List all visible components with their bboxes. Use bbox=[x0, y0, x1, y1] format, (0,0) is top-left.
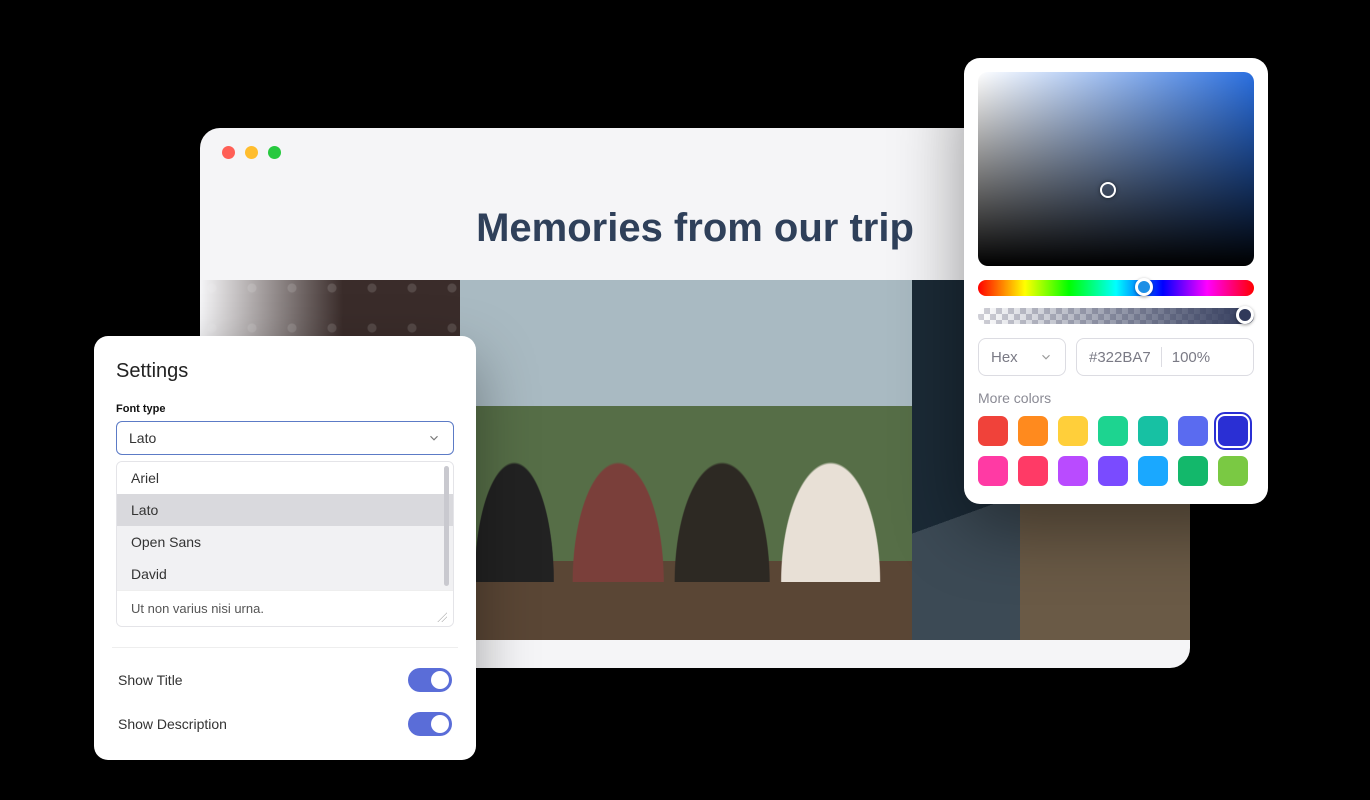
font-option[interactable]: Open Sans bbox=[117, 526, 453, 558]
hue-slider[interactable] bbox=[978, 280, 1254, 296]
show-title-row: Show Title bbox=[116, 658, 454, 702]
color-swatch[interactable] bbox=[978, 416, 1008, 446]
color-swatch[interactable] bbox=[1138, 416, 1168, 446]
color-swatch[interactable] bbox=[1098, 416, 1128, 446]
color-swatch[interactable] bbox=[978, 456, 1008, 486]
color-swatch[interactable] bbox=[1178, 456, 1208, 486]
color-swatch[interactable] bbox=[1218, 456, 1248, 486]
saturation-value-field[interactable] bbox=[978, 72, 1254, 266]
show-title-toggle[interactable] bbox=[408, 668, 452, 692]
hex-value: #322BA7 bbox=[1089, 349, 1151, 366]
color-swatch[interactable] bbox=[1178, 416, 1208, 446]
window-close-icon[interactable] bbox=[222, 146, 235, 159]
chevron-down-icon bbox=[1039, 350, 1053, 364]
font-option[interactable]: Lato bbox=[117, 494, 453, 526]
color-swatch[interactable] bbox=[1058, 456, 1088, 486]
divider bbox=[1161, 347, 1162, 367]
sample-text-area[interactable]: Ut non varius nisi urna. bbox=[117, 590, 453, 626]
color-swatch[interactable] bbox=[1018, 456, 1048, 486]
settings-title: Settings bbox=[116, 360, 454, 383]
color-format-label: Hex bbox=[991, 349, 1018, 366]
color-swatch[interactable] bbox=[1018, 416, 1048, 446]
color-swatch[interactable] bbox=[1058, 416, 1088, 446]
window-traffic-lights bbox=[222, 146, 281, 159]
font-type-selected-value: Lato bbox=[129, 430, 156, 446]
hex-input[interactable]: #322BA7 100% bbox=[1076, 338, 1254, 376]
alpha-slider[interactable] bbox=[978, 308, 1254, 324]
hue-thumb-icon[interactable] bbox=[1135, 278, 1153, 296]
sv-cursor-icon[interactable] bbox=[1100, 182, 1116, 198]
alpha-thumb-icon[interactable] bbox=[1236, 306, 1254, 324]
font-type-dropdown: Ariel Lato Open Sans David Ut non varius… bbox=[116, 461, 454, 627]
font-type-label: Font type bbox=[116, 403, 454, 415]
swatch-grid bbox=[978, 416, 1254, 486]
carousel-slide[interactable] bbox=[460, 280, 912, 640]
window-maximize-icon[interactable] bbox=[268, 146, 281, 159]
font-type-select[interactable]: Lato bbox=[116, 421, 454, 455]
settings-panel: Settings Font type Lato Ariel Lato Open … bbox=[94, 336, 476, 760]
color-swatch[interactable] bbox=[1218, 416, 1248, 446]
divider bbox=[112, 647, 458, 648]
show-description-row: Show Description bbox=[116, 702, 454, 746]
chevron-down-icon bbox=[427, 431, 441, 445]
font-option[interactable]: David bbox=[117, 558, 453, 590]
color-format-select[interactable]: Hex bbox=[978, 338, 1066, 376]
color-swatch[interactable] bbox=[1098, 456, 1128, 486]
dropdown-scrollbar[interactable] bbox=[444, 466, 449, 586]
font-option[interactable]: Ariel bbox=[117, 462, 453, 494]
show-description-label: Show Description bbox=[118, 716, 227, 732]
window-minimize-icon[interactable] bbox=[245, 146, 258, 159]
more-colors-label: More colors bbox=[978, 390, 1254, 406]
color-swatch[interactable] bbox=[1138, 456, 1168, 486]
show-title-label: Show Title bbox=[118, 672, 183, 688]
show-description-toggle[interactable] bbox=[408, 712, 452, 736]
opacity-value: 100% bbox=[1172, 349, 1210, 366]
color-value-inputs: Hex #322BA7 100% bbox=[978, 338, 1254, 376]
color-picker-panel: Hex #322BA7 100% More colors bbox=[964, 58, 1268, 504]
